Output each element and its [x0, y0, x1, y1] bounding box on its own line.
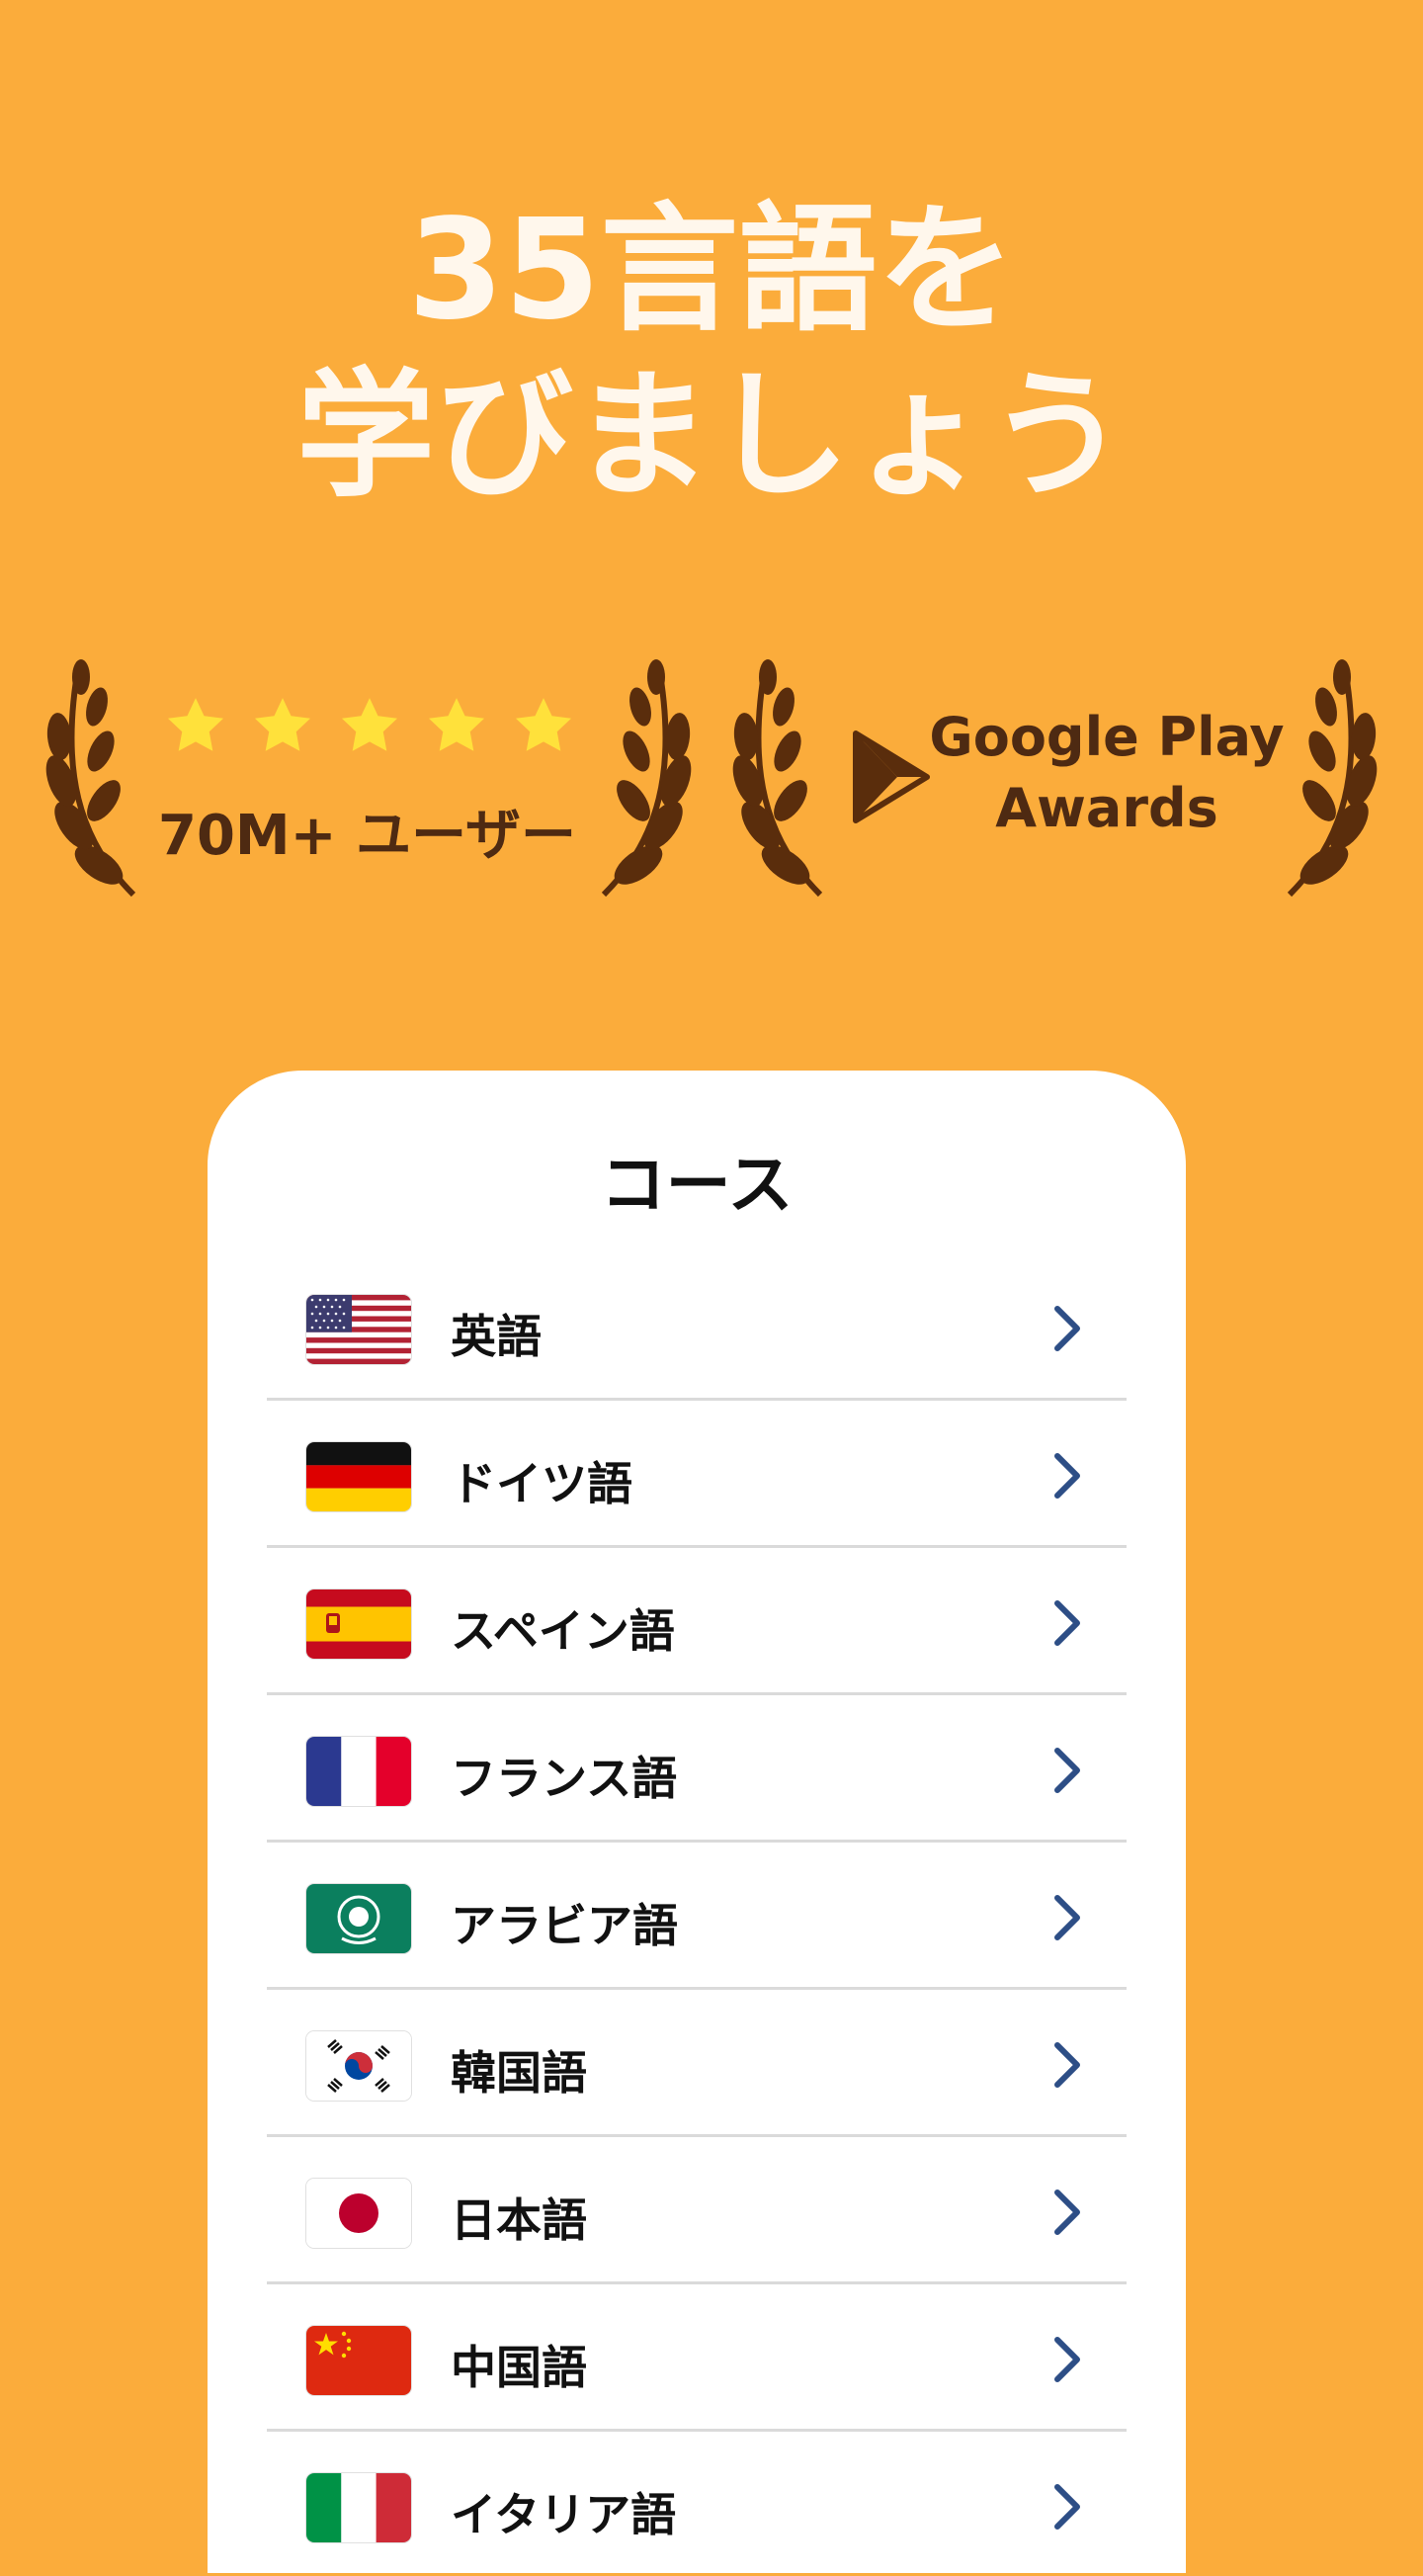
- spain-flag-icon: [306, 1589, 411, 1659]
- korea-flag-icon: [306, 2031, 411, 2101]
- course-list: 英語 ドイツ語 スペイン語 フランス語 アラビア語 韓国語 日本語 中国語 イタ…: [267, 1253, 1127, 2576]
- headline: 35言語を 学びましょう: [0, 188, 1423, 520]
- course-row-chinese[interactable]: 中国語: [267, 2284, 1127, 2432]
- star-icon: [254, 698, 311, 751]
- china-flag-icon: [306, 2326, 411, 2395]
- course-row-korean[interactable]: 韓国語: [267, 1990, 1127, 2137]
- chevron-right-icon: [1054, 2190, 1080, 2235]
- google-play-awards-text: Google Play Awards: [919, 702, 1295, 844]
- star-icon: [341, 698, 398, 751]
- star-icon: [515, 698, 572, 751]
- course-row-spanish[interactable]: スペイン語: [267, 1548, 1127, 1695]
- users-count-text: 70M+ ユーザー: [158, 804, 576, 868]
- chevron-right-icon: [1054, 2042, 1080, 2088]
- star-icon: [167, 698, 224, 751]
- course-row-japanese[interactable]: 日本語: [267, 2137, 1127, 2284]
- course-label: 英語: [451, 1310, 542, 1363]
- gp-line-2: Awards: [995, 777, 1218, 839]
- gp-line-1: Google Play: [929, 706, 1285, 768]
- course-card-title: コース: [600, 1147, 794, 1223]
- headline-line-2: 学びましょう: [295, 356, 1127, 517]
- chevron-right-icon: [1054, 1453, 1080, 1499]
- laurel-right-icon: [601, 659, 692, 898]
- arab-league-flag-icon: [306, 1884, 411, 1953]
- laurel-left-icon: [732, 659, 823, 898]
- italy-flag-icon: [306, 2473, 411, 2542]
- course-row-italian[interactable]: イタリア語: [267, 2432, 1127, 2576]
- course-label: ドイツ語: [451, 1457, 632, 1510]
- course-row-english[interactable]: 英語: [267, 1253, 1127, 1401]
- course-card: コース 英語 ドイツ語 スペイン語 フランス語 アラビア語 韓国語 日本語 中国…: [208, 1071, 1186, 2573]
- chevron-right-icon: [1054, 2484, 1080, 2530]
- course-label: フランス語: [451, 1752, 678, 1805]
- course-label: スペイン語: [451, 1604, 675, 1658]
- chevron-right-icon: [1054, 1895, 1080, 1940]
- headline-line-1: 35言語を: [407, 190, 1016, 351]
- course-label: イタリア語: [451, 2488, 677, 2541]
- course-label: アラビア語: [451, 1899, 678, 1952]
- course-label: 中国語: [451, 2341, 587, 2394]
- course-label: 日本語: [451, 2193, 587, 2247]
- japan-flag-icon: [306, 2179, 411, 2248]
- chevron-right-icon: [1054, 1600, 1080, 1646]
- course-label: 韓国語: [451, 2046, 587, 2100]
- germany-flag-icon: [306, 1442, 411, 1511]
- chevron-right-icon: [1054, 1748, 1080, 1793]
- course-row-arabic[interactable]: アラビア語: [267, 1843, 1127, 1990]
- chevron-right-icon: [1054, 2337, 1080, 2382]
- awards-banner: 70M+ ユーザー Google Play Awards: [0, 643, 1423, 909]
- course-row-french[interactable]: フランス語: [267, 1695, 1127, 1843]
- laurel-left-icon: [45, 659, 136, 898]
- us-flag-icon: [306, 1295, 411, 1364]
- star-icon: [428, 698, 485, 751]
- france-flag-icon: [306, 1737, 411, 1806]
- course-row-german[interactable]: ドイツ語: [267, 1401, 1127, 1548]
- rating-stars: [163, 694, 576, 759]
- laurel-right-icon: [1287, 659, 1378, 898]
- chevron-right-icon: [1054, 1306, 1080, 1351]
